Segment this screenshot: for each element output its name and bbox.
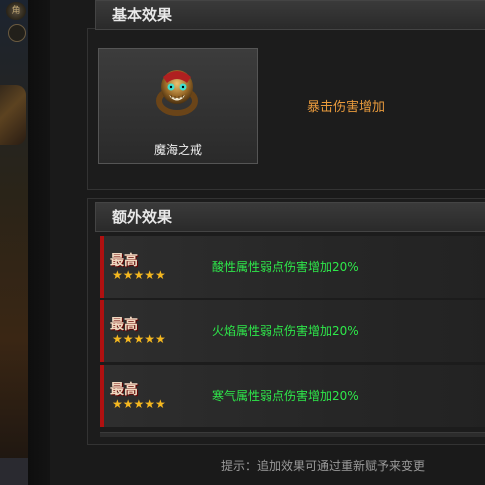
background-scene: 角: [0, 0, 28, 485]
grade-label: 最高: [110, 317, 138, 333]
basic-effect-text: 暴击伤害增加: [307, 100, 386, 115]
extra-effect-text: 火焰属性弱点伤害增加20%: [212, 324, 359, 338]
grade-label: 最高: [110, 253, 138, 269]
extra-effect-row-2: 最高 ★★★★★ 火焰属性弱点伤害增加20%: [100, 300, 485, 362]
demon-ring-icon: [156, 70, 198, 116]
extra-effect-text: 酸性属性弱点伤害增加20%: [212, 260, 359, 274]
extra-effect-text: 寒气属性弱点伤害增加20%: [212, 389, 359, 403]
star-rating: ★★★★★: [112, 332, 166, 346]
round-menu-icon[interactable]: 角: [6, 2, 26, 20]
basic-effect-header: 基本效果: [95, 0, 485, 30]
star-rating: ★★★★★: [112, 397, 166, 411]
extra-effect-row-3: 最高 ★★★★★ 寒气属性弱点伤害增加20%: [100, 365, 485, 427]
extra-effect-row-1: 最高 ★★★★★ 酸性属性弱点伤害增加20%: [100, 236, 485, 298]
grade-label: 最高: [110, 382, 138, 398]
bottom-bar: [0, 458, 28, 485]
round-button-icon[interactable]: [8, 24, 26, 42]
star-rating: ★★★★★: [112, 268, 166, 282]
item-card[interactable]: 魔海之戒: [98, 48, 258, 164]
item-name: 魔海之戒: [153, 143, 202, 157]
hint-text: 提示：追加效果可通过重新赋予来变更: [221, 459, 426, 473]
section-bottom-divider: [100, 432, 485, 437]
extra-effect-header: 额外效果: [95, 202, 485, 232]
scene-decoration: [0, 85, 26, 145]
